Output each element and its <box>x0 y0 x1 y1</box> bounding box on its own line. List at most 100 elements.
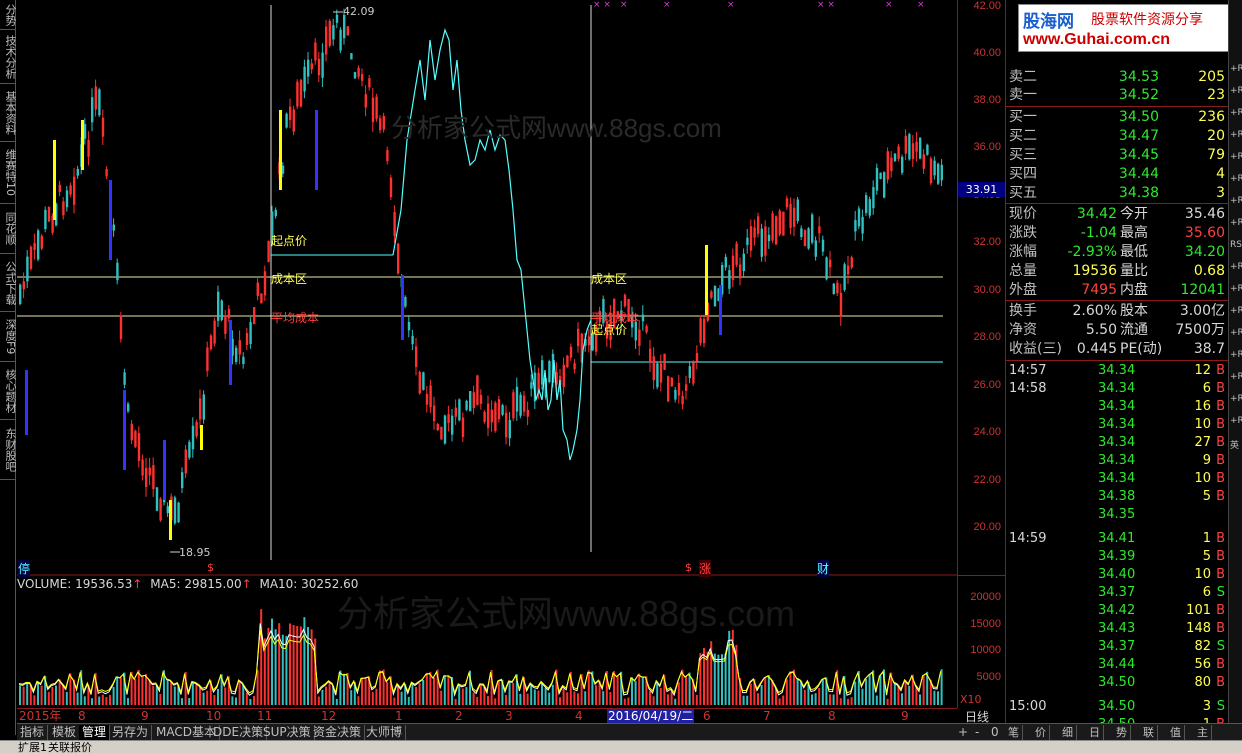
candle-body <box>188 441 191 458</box>
side-toolbar-item[interactable]: +R <box>1230 350 1242 364</box>
side-toolbar-item[interactable]: +R <box>1230 86 1242 100</box>
tick-list[interactable]: 14:57 34.34 12 B 14:58 34.34 6 B 34.34 16… <box>1006 362 1229 750</box>
candle-body <box>296 81 299 107</box>
zoom-out-button[interactable]: - <box>972 725 982 740</box>
volume-bar <box>519 693 522 705</box>
left-tab-core-themes[interactable]: 核心题材 <box>0 362 17 420</box>
side-toolbar-item[interactable]: +R <box>1230 196 1242 210</box>
candle-body <box>782 211 785 236</box>
price-tick: 30.00 <box>973 284 1001 296</box>
quote-value: 12041 <box>1180 282 1225 298</box>
left-tab-technical[interactable]: 技术分析 <box>0 30 17 84</box>
order-price: 34.44 <box>1118 166 1159 182</box>
left-tab-tonghuashun[interactable]: 同花顺 <box>0 204 17 254</box>
tick-volume: 10 <box>1194 567 1211 582</box>
quote-tab[interactable]: 值 <box>1167 725 1185 740</box>
tick-row: 14:59 34.41 1 B <box>1006 530 1229 548</box>
side-toolbar-item[interactable]: +R <box>1230 218 1242 232</box>
candle-body <box>101 117 105 137</box>
volume-bar <box>494 698 497 705</box>
side-toolbar-item[interactable]: RS <box>1230 240 1242 254</box>
tick-row: 34.50 80 B <box>1006 674 1229 692</box>
side-toolbar-item[interactable]: +R <box>1230 64 1242 78</box>
status-ext1[interactable]: 扩展1 <box>18 741 47 753</box>
candle-body <box>73 176 76 205</box>
side-toolbar-item[interactable]: +R <box>1230 306 1242 320</box>
volume-bar <box>217 688 219 705</box>
tab-save-as[interactable]: 另存为 <box>109 725 153 740</box>
tab-master[interactable]: 大师博 <box>363 725 407 740</box>
candle-body <box>937 163 940 184</box>
tick-row: 34.44 56 B <box>1006 656 1229 674</box>
tab-template[interactable]: 模板 <box>49 725 81 740</box>
side-toolbar-item[interactable]: +R <box>1230 262 1242 276</box>
left-tab-fenshi[interactable]: 分势 <box>0 0 17 30</box>
volume-bar <box>479 686 482 705</box>
left-tab-fundamentals[interactable]: 基本资料 <box>0 84 17 142</box>
tab-indicator[interactable]: 指标 <box>17 725 49 740</box>
tick-price: 34.34 <box>1098 399 1136 414</box>
tab-sup[interactable]: SUP决策 <box>260 725 315 740</box>
tab-manage[interactable]: 管理 <box>79 725 111 740</box>
volume-bar <box>875 695 878 705</box>
left-tab-f9[interactable]: 深度F9 <box>0 312 17 362</box>
halt-marker[interactable]: 停 <box>18 560 31 577</box>
kline-chart[interactable]: × × × × × × × × × 分析家公式网www.88gs.com 分析家公式网www… <box>17 0 957 708</box>
side-toolbar-item[interactable]: +R <box>1230 174 1242 188</box>
side-toolbar-item[interactable]: 英 <box>1230 438 1242 452</box>
volume-bar <box>422 679 425 705</box>
left-tab-guba[interactable]: 东财股吧 <box>0 420 17 480</box>
candle-body <box>465 400 468 410</box>
volume-bar <box>375 688 378 705</box>
side-toolbar-item[interactable]: +R <box>1230 108 1242 122</box>
side-toolbar-item[interactable]: +R <box>1230 416 1242 430</box>
finance-marker[interactable]: 财 <box>817 560 830 577</box>
left-tab-weisaite[interactable]: 维赛特10 <box>0 142 17 204</box>
volume-bar <box>559 697 561 705</box>
quote-tab[interactable]: 笔 <box>1005 725 1023 740</box>
left-tab-formula-download[interactable]: 公式下载 <box>0 254 17 312</box>
tab-fund[interactable]: 资金决策 <box>310 725 366 740</box>
candle-body <box>332 25 335 40</box>
quote-tab[interactable]: 联 <box>1140 725 1158 740</box>
volume-bar <box>778 698 781 705</box>
status-related[interactable]: 关联报价 <box>48 741 92 753</box>
side-toolbar-item[interactable]: +R <box>1230 130 1242 144</box>
volume-bar <box>940 669 943 705</box>
volume-bar <box>188 698 191 705</box>
reset-button[interactable]: 0 <box>988 725 1002 740</box>
side-toolbar: +R +R +R +R +R +R +R +R RS +R +R +R +R +R +R +R +R 英 <box>1228 0 1242 740</box>
candle-body <box>803 229 807 247</box>
candle-body <box>508 420 511 439</box>
rise-marker[interactable]: 涨 <box>699 560 712 577</box>
tab-dde[interactable]: DDE决策 <box>210 725 268 740</box>
side-toolbar-item[interactable]: +R <box>1230 372 1242 386</box>
side-toolbar-item[interactable]: +R <box>1230 152 1242 166</box>
side-toolbar-item[interactable]: +R <box>1230 394 1242 408</box>
candle-body <box>407 321 411 331</box>
quote-tab[interactable]: 日 <box>1086 725 1104 740</box>
candle-body <box>821 239 825 252</box>
signal-bar <box>123 390 126 470</box>
zoom-in-button[interactable]: + <box>955 725 971 740</box>
candle-body <box>479 395 483 404</box>
quote-tab[interactable]: 势 <box>1113 725 1131 740</box>
candle-body <box>908 134 911 160</box>
avg-cost-label-2: 平均成本 <box>591 311 640 325</box>
side-toolbar-item[interactable]: +R <box>1230 284 1242 298</box>
vol-tick: 5000 <box>976 671 1001 683</box>
quote-tab[interactable]: 价 <box>1032 725 1050 740</box>
tick-volume: 9 <box>1202 453 1211 468</box>
svg-text:× ×: × × <box>593 0 611 10</box>
quote-tab[interactable]: 主 <box>1194 725 1212 740</box>
volume-bar <box>325 686 327 705</box>
candle-body <box>904 135 907 154</box>
event-marker-1[interactable]: $ <box>207 561 214 574</box>
side-toolbar-item[interactable]: +R <box>1230 328 1242 342</box>
signal-bar <box>279 110 282 190</box>
volume-bar <box>69 673 72 705</box>
tick-volume: 56 <box>1194 657 1211 672</box>
quote-tab[interactable]: 细 <box>1059 725 1077 740</box>
event-marker-2[interactable]: $ <box>685 561 692 574</box>
candle-body <box>389 177 393 198</box>
